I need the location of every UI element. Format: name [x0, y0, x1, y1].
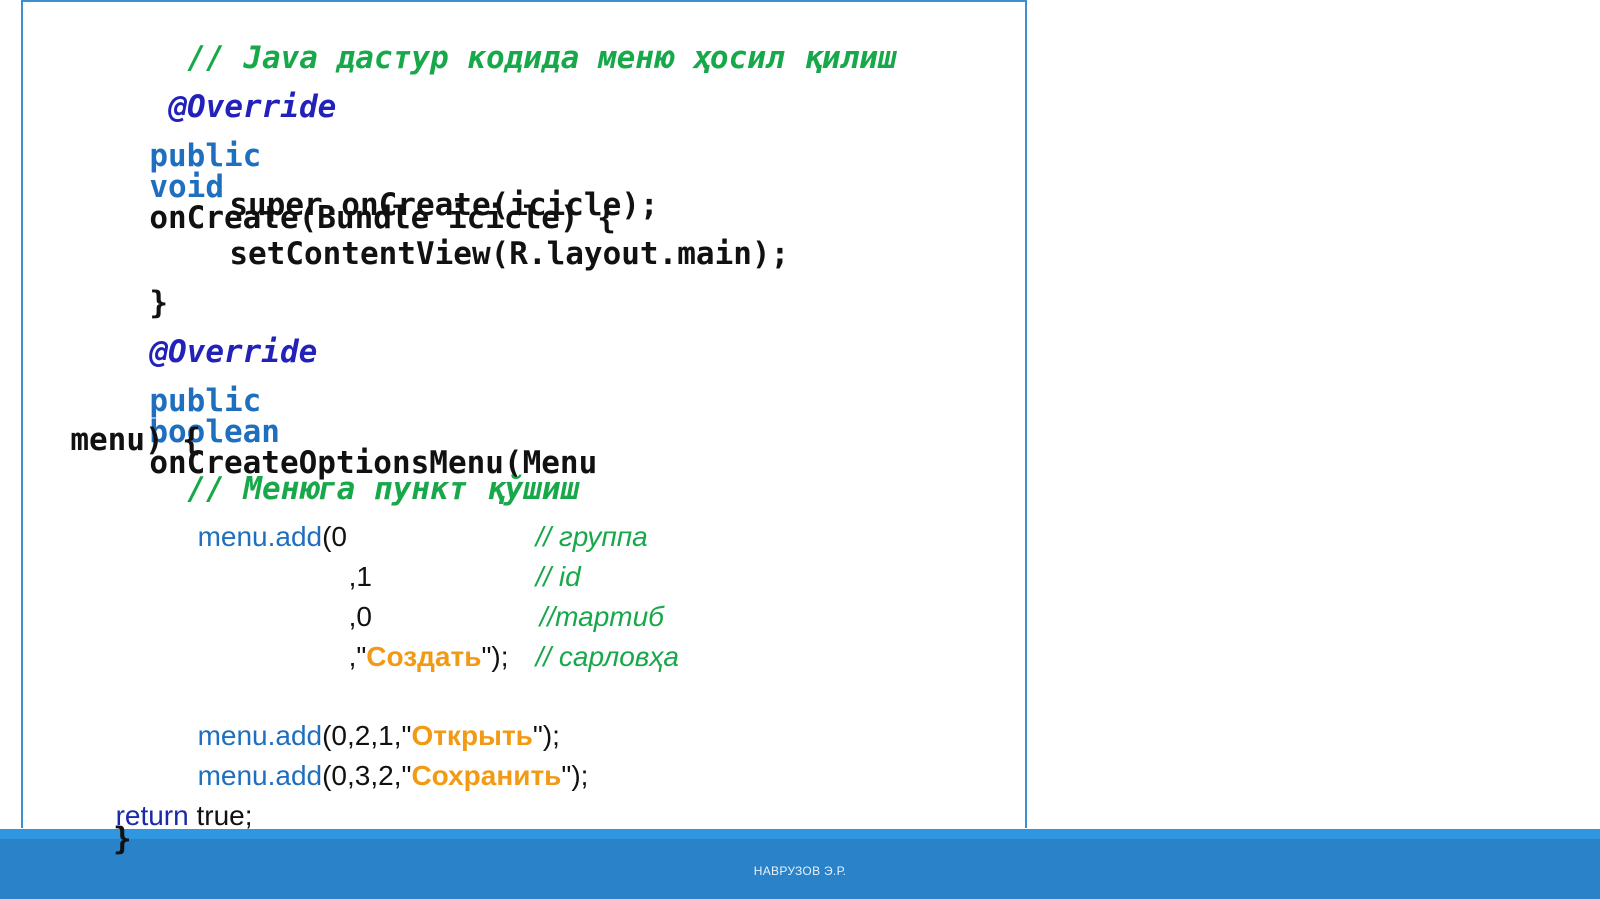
- code-text: (0,3,2,": [322, 760, 412, 791]
- code-text: ");: [561, 760, 589, 791]
- code-text: ");: [481, 641, 509, 672]
- code-comment-title: // сарловҳа: [520, 615, 679, 671]
- code-string: Сохранить: [411, 760, 562, 791]
- code-text: setContentView(R.layout.main);: [229, 236, 790, 272]
- code-line-5: setContentView(R.layout.main);: [192, 208, 789, 270]
- code-line-14: ,"Создать");: [333, 615, 509, 672]
- code-comment: // сарловҳа: [535, 641, 679, 672]
- code-line-18: }: [113, 821, 132, 857]
- code-string: Создать: [366, 641, 482, 672]
- code-text: true;: [188, 800, 253, 831]
- code-method: menu.add: [197, 521, 323, 552]
- footer-author: НАВРУЗОВ Э.Р.: [753, 864, 847, 878]
- code-text: ,": [348, 641, 367, 672]
- code-line-11: menu.add(0: [182, 495, 347, 551]
- footer-accent: [0, 829, 1600, 839]
